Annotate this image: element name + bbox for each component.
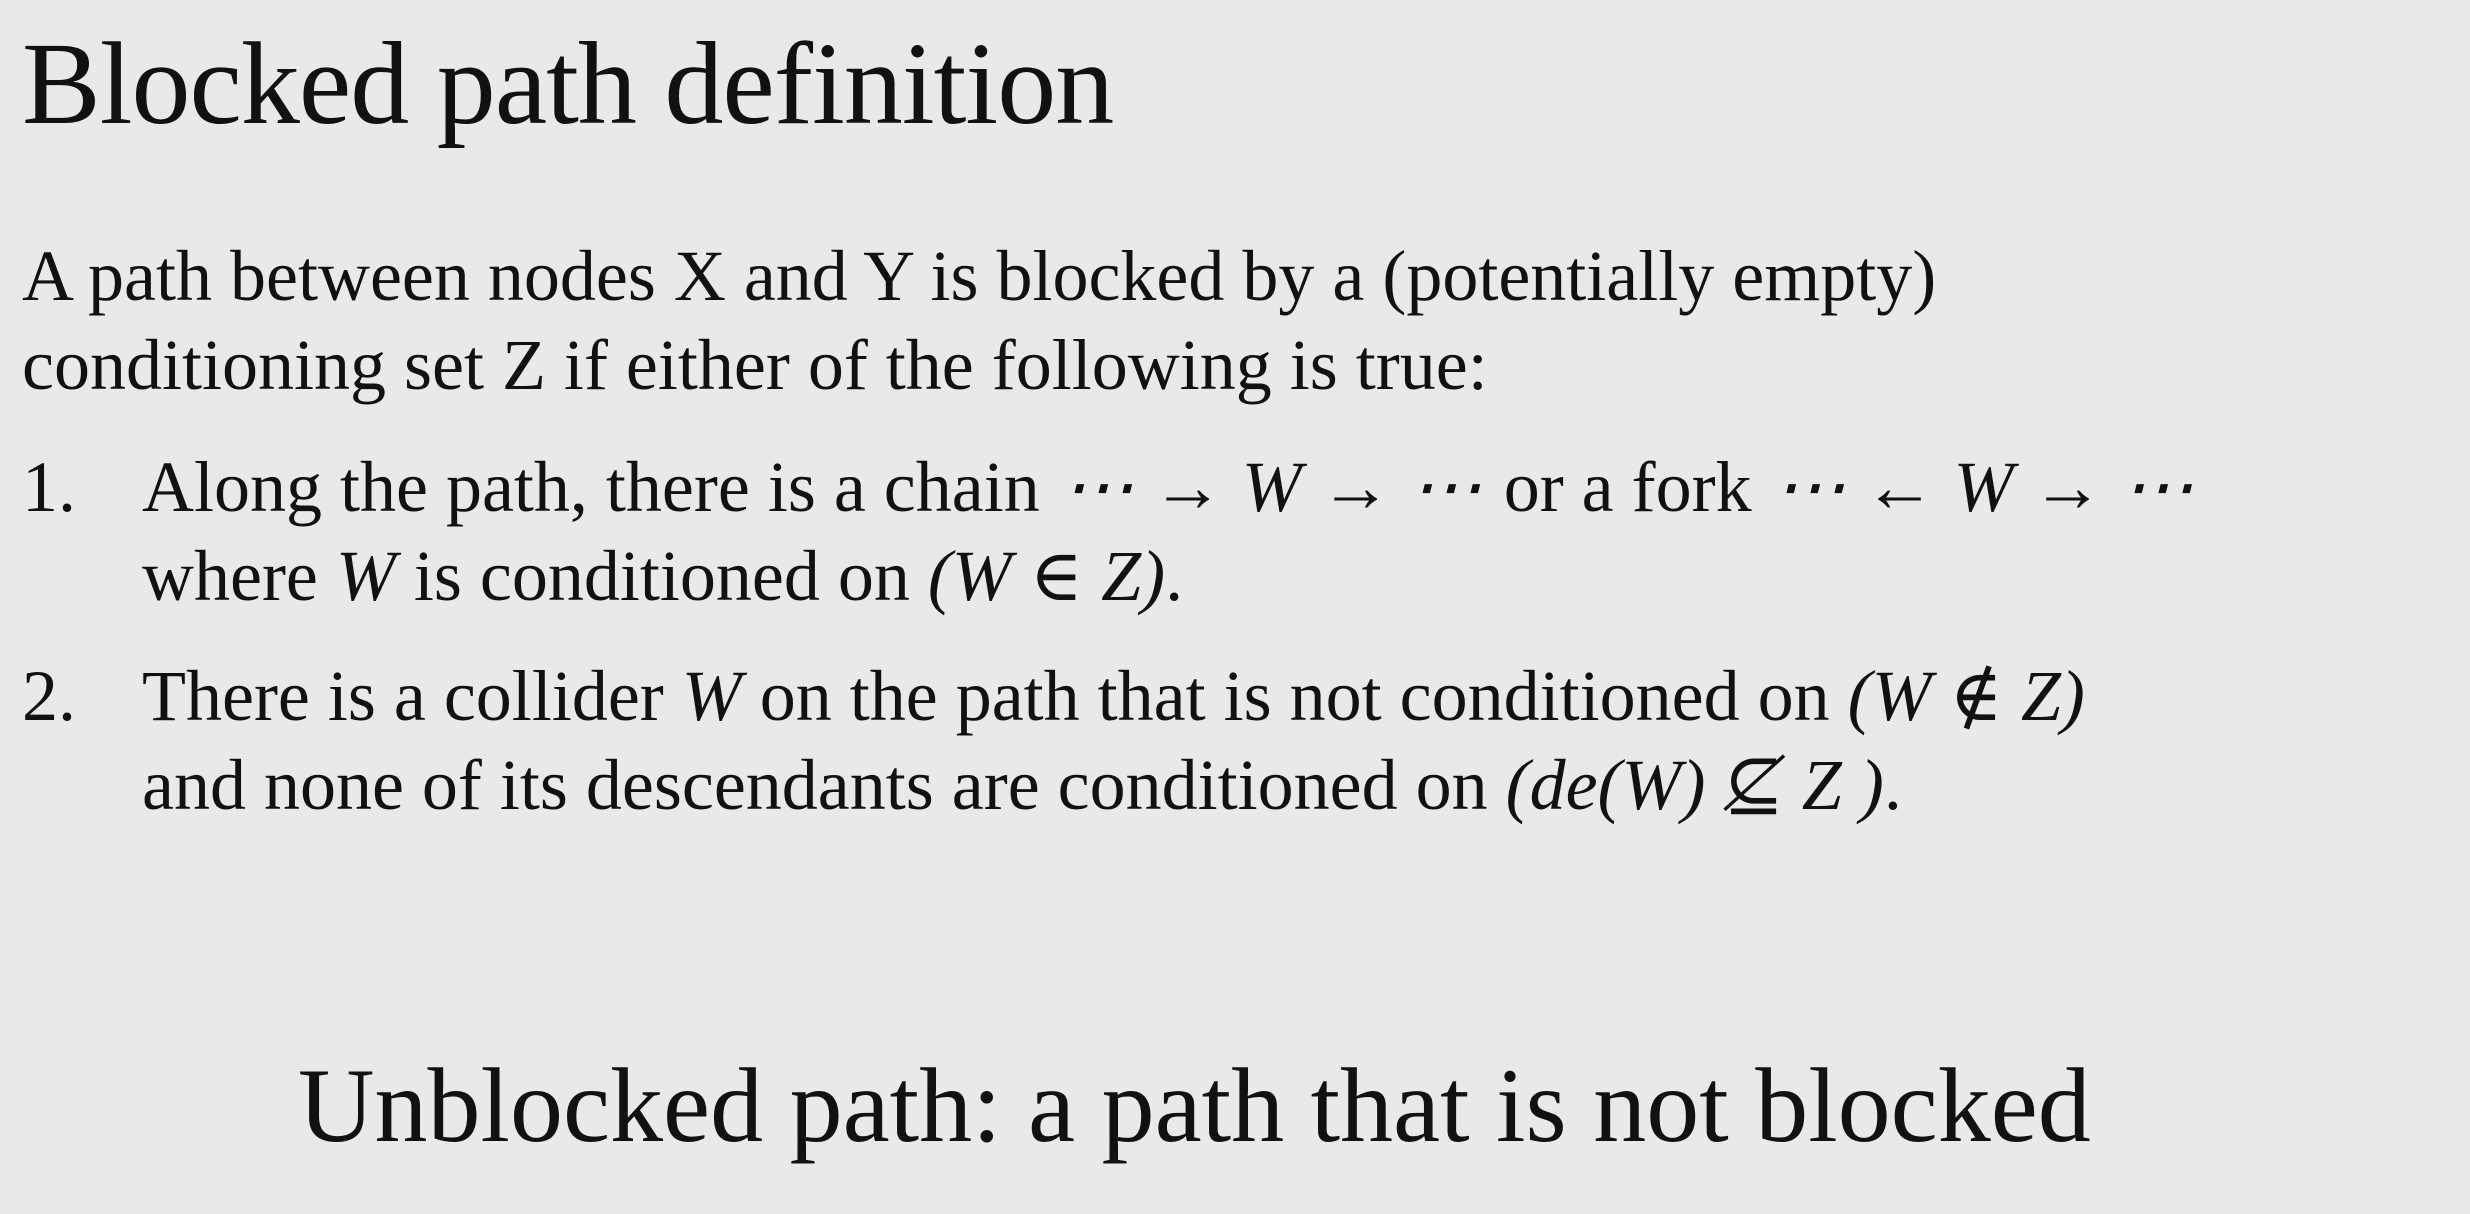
slide-title: Blocked path definition xyxy=(22,18,1114,149)
chain-expression: ⋯ → W → ⋯ xyxy=(1061,447,1482,527)
item-text: and none of its descendants are conditio… xyxy=(142,745,1488,825)
item-period: . xyxy=(1883,745,1902,825)
membership-expression: (W ∈ Z) xyxy=(927,536,1166,616)
math-variable: W xyxy=(681,656,742,736)
item-text: is conditioned on xyxy=(413,536,910,616)
non-membership-expression: (W ∉ Z) xyxy=(1847,656,2085,736)
descendants-expression: (de(W) ⊈ Z ) xyxy=(1505,745,1884,825)
intro-line-2: conditioning set Z if either of the foll… xyxy=(22,325,1488,405)
item-text: There is a collider xyxy=(142,656,664,736)
list-item-number: 2. xyxy=(22,656,76,736)
item-text: on the path that is not conditioned on xyxy=(759,656,1830,736)
math-variable: W xyxy=(335,536,396,616)
item-text: where xyxy=(142,536,318,616)
footer-statement: Unblocked path: a path that is not block… xyxy=(298,1047,2091,1164)
intro-line-1: A path between nodes X and Y is blocked … xyxy=(22,236,1937,316)
fork-expression: ⋯ ← W → ⋯ xyxy=(1773,447,2194,527)
list-item-line: Along the path, there is a chain ⋯ → W → … xyxy=(142,443,2194,532)
item-text: Along the path, there is a chain xyxy=(142,447,1040,527)
item-text: or a fork xyxy=(1503,447,1752,527)
slide: Blocked path definition A path between n… xyxy=(0,0,2470,1214)
list-item-line: where W is conditioned on (W ∈ Z). xyxy=(142,532,2194,621)
list-item-line: There is a collider W on the path that i… xyxy=(142,652,2085,741)
list-item-body: There is a collider W on the path that i… xyxy=(142,652,2085,830)
list-item-body: Along the path, there is a chain ⋯ → W → … xyxy=(142,443,2194,621)
item-period: . xyxy=(1165,536,1184,616)
list-item-line: and none of its descendants are conditio… xyxy=(142,741,2085,830)
intro-paragraph: A path between nodes X and Y is blocked … xyxy=(22,232,2442,410)
list-item-number: 1. xyxy=(22,447,76,527)
